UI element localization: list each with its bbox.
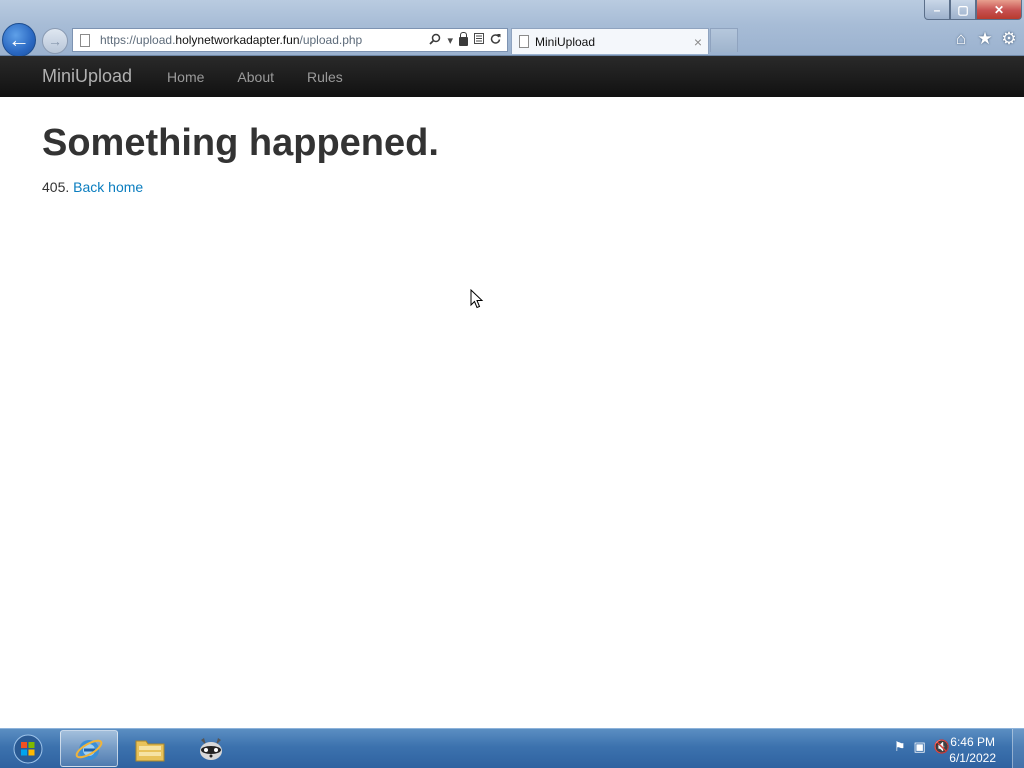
close-button[interactable]: ✕ bbox=[976, 0, 1022, 20]
page-heading: Something happened. bbox=[42, 122, 439, 164]
clock-time: 6:46 PM bbox=[950, 735, 995, 749]
page-content: Something happened. 405. Back home bbox=[42, 122, 439, 195]
url-domain: holynetworkadapter.fun bbox=[175, 33, 300, 47]
taskbar-ie[interactable] bbox=[60, 730, 118, 767]
error-message: 405. Back home bbox=[42, 179, 439, 195]
tab-title: MiniUpload bbox=[535, 34, 596, 49]
forward-arrow-icon: → bbox=[48, 33, 62, 49]
taskbar-raccoon-app[interactable] bbox=[182, 730, 240, 767]
minimize-button[interactable]: – bbox=[924, 0, 950, 20]
taskbar: ⚑ ▣ 🔇 6:46 PM 6/1/2022 bbox=[0, 728, 1024, 768]
browser-tools: ⌂ ★ ⚙ bbox=[952, 28, 1018, 50]
lock-icon[interactable] bbox=[459, 32, 468, 46]
taskbar-clock[interactable]: 6:46 PM 6/1/2022 bbox=[949, 734, 996, 766]
tab-close-icon[interactable]: × bbox=[694, 34, 702, 50]
gear-icon[interactable]: ⚙ bbox=[1000, 28, 1018, 50]
mouse-cursor-icon bbox=[470, 288, 484, 314]
url-scheme: https:// bbox=[100, 33, 137, 47]
url-subdomain: upload. bbox=[136, 33, 176, 47]
tab-page-icon bbox=[519, 35, 529, 48]
nav-link-about[interactable]: About bbox=[237, 69, 274, 85]
compatibility-icon[interactable] bbox=[474, 33, 484, 47]
new-tab-button[interactable] bbox=[710, 28, 738, 52]
back-button[interactable]: ← bbox=[2, 23, 36, 57]
network-icon[interactable]: ▣ bbox=[914, 739, 926, 755]
maximize-button[interactable]: ▢ bbox=[950, 0, 976, 20]
search-icon[interactable] bbox=[429, 33, 441, 48]
start-button[interactable] bbox=[6, 732, 50, 766]
forward-button[interactable]: → bbox=[42, 28, 68, 54]
home-icon[interactable]: ⌂ bbox=[952, 28, 970, 50]
show-desktop-button[interactable] bbox=[1012, 729, 1024, 768]
nav-link-rules[interactable]: Rules bbox=[307, 69, 343, 85]
volume-muted-icon[interactable]: 🔇 bbox=[934, 739, 950, 755]
nav-link-home[interactable]: Home bbox=[167, 69, 204, 85]
action-center-flag-icon[interactable]: ⚑ bbox=[894, 739, 906, 755]
address-bar[interactable]: https://upload.holynetworkadapter.fun/up… bbox=[72, 28, 508, 52]
window-controls: – ▢ ✕ bbox=[924, 0, 1022, 20]
windows-logo-icon bbox=[13, 734, 43, 764]
system-tray: ⚑ ▣ 🔇 bbox=[894, 739, 950, 755]
star-icon[interactable]: ★ bbox=[976, 28, 994, 50]
dropdown-arrow-icon[interactable]: ▾ bbox=[447, 34, 453, 47]
site-navbar: MiniUpload Home About Rules bbox=[0, 56, 1024, 97]
error-code: 405. bbox=[42, 179, 70, 195]
url-text[interactable]: https://upload.holynetworkadapter.fun/up… bbox=[100, 33, 429, 47]
url-path: /upload.php bbox=[299, 33, 363, 47]
site-brand[interactable]: MiniUpload bbox=[42, 66, 132, 87]
taskbar-file-explorer[interactable] bbox=[121, 730, 179, 767]
back-home-link[interactable]: Back home bbox=[73, 179, 143, 195]
internet-explorer-icon bbox=[75, 739, 103, 760]
back-arrow-icon: ← bbox=[8, 27, 30, 52]
folder-icon bbox=[135, 740, 165, 761]
page-icon bbox=[80, 33, 90, 47]
clock-date: 6/1/2022 bbox=[949, 751, 996, 765]
address-tools: ▾ bbox=[429, 32, 507, 48]
raccoon-icon bbox=[200, 737, 222, 760]
browser-chrome: – ▢ ✕ ← → https://upload.holynetworkadap… bbox=[0, 0, 1024, 57]
tab-miniupload[interactable]: MiniUpload × bbox=[511, 28, 709, 54]
refresh-icon[interactable] bbox=[490, 33, 501, 47]
